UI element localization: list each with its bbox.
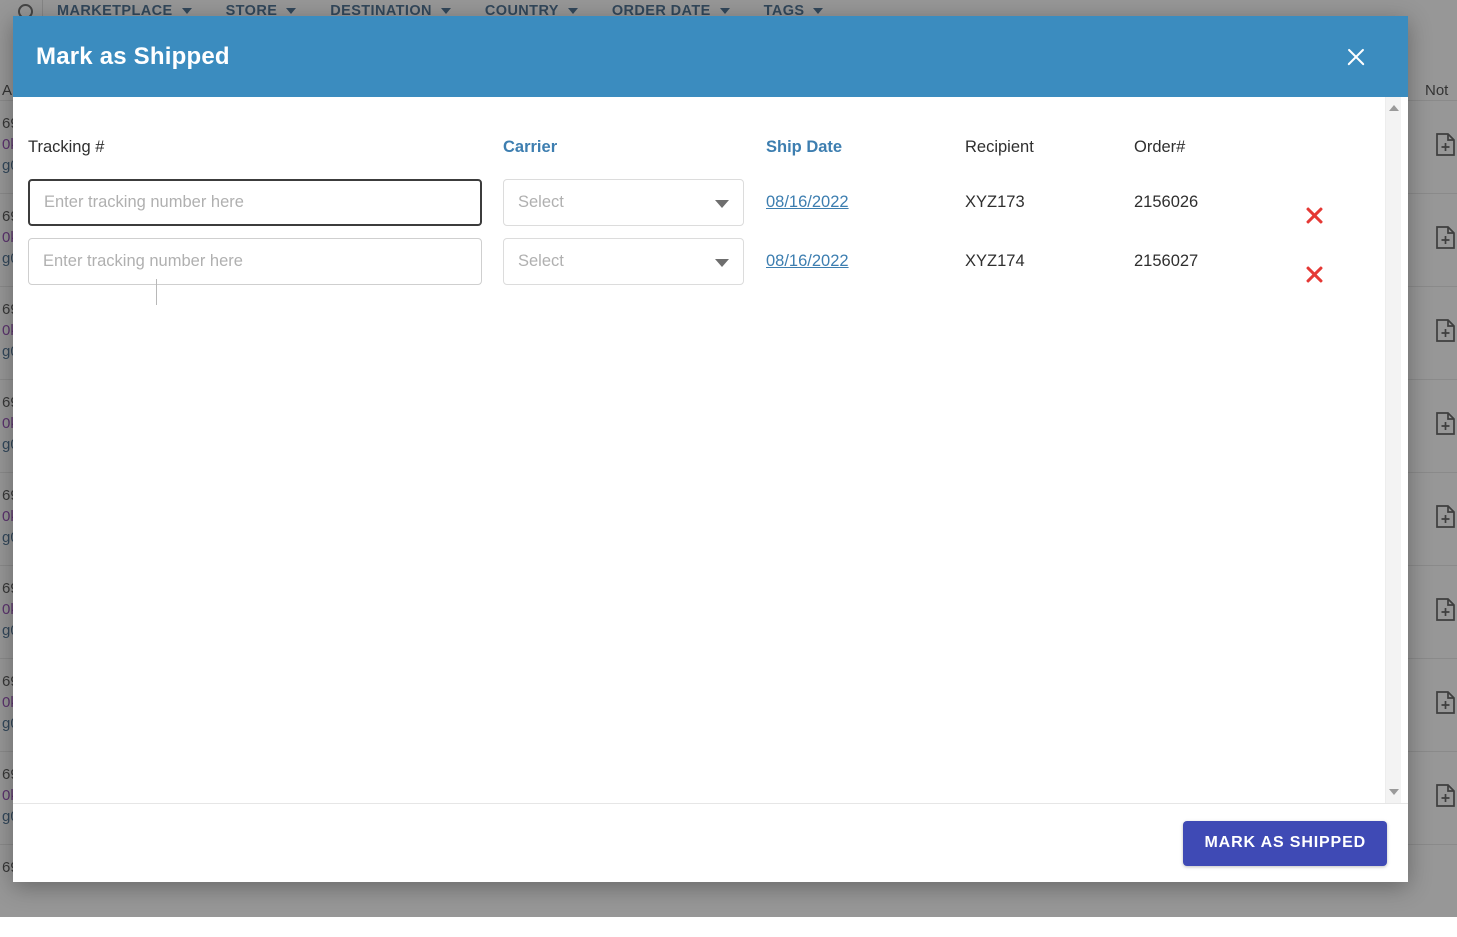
ship-date-cell: 08/16/2022 bbox=[766, 252, 965, 271]
carrier-cell: Select bbox=[503, 238, 766, 285]
mark-as-shipped-button[interactable]: MARK AS SHIPPED bbox=[1183, 821, 1387, 866]
column-header-carrier[interactable]: Carrier bbox=[503, 138, 766, 157]
scroll-down-icon[interactable] bbox=[1389, 789, 1399, 795]
text-caret bbox=[156, 279, 157, 305]
column-header-order: Order# bbox=[1134, 138, 1302, 157]
close-icon[interactable] bbox=[1338, 39, 1374, 75]
chevron-down-icon bbox=[715, 200, 729, 208]
tracking-cell bbox=[28, 238, 503, 285]
dialog-title: Mark as Shipped bbox=[36, 43, 230, 71]
ship-date-link[interactable]: 08/16/2022 bbox=[766, 252, 849, 270]
scroll-up-icon[interactable] bbox=[1389, 105, 1399, 111]
shipment-row: Select 08/16/2022 XYZ1742156027 bbox=[13, 232, 1369, 291]
chevron-down-icon bbox=[715, 259, 729, 267]
shipment-row: Select 08/16/2022 XYZ1732156026 bbox=[13, 173, 1369, 232]
mark-as-shipped-dialog: Mark as Shipped Tracking # Carrier Ship … bbox=[13, 16, 1408, 882]
tracking-number-input[interactable] bbox=[28, 238, 482, 285]
carrier-select[interactable]: Select bbox=[503, 238, 744, 285]
ship-date-link[interactable]: 08/16/2022 bbox=[766, 193, 849, 211]
dialog-header: Mark as Shipped bbox=[13, 16, 1408, 97]
dialog-body: Tracking # Carrier Ship Date Recipient O… bbox=[13, 97, 1408, 803]
carrier-select[interactable]: Select bbox=[503, 179, 744, 226]
shipment-table: Tracking # Carrier Ship Date Recipient O… bbox=[13, 97, 1369, 803]
recipient-cell: XYZ174 bbox=[965, 252, 1134, 271]
recipient-cell: XYZ173 bbox=[965, 193, 1134, 212]
column-header-ship-date[interactable]: Ship Date bbox=[766, 138, 965, 157]
carrier-select-value: Select bbox=[518, 252, 564, 271]
vertical-scrollbar[interactable] bbox=[1385, 97, 1401, 803]
tracking-number-input[interactable] bbox=[28, 179, 482, 226]
table-header-row: Tracking # Carrier Ship Date Recipient O… bbox=[13, 121, 1369, 173]
order-number-cell: 2156027 bbox=[1134, 252, 1302, 271]
carrier-cell: Select bbox=[503, 179, 766, 226]
dialog-footer: MARK AS SHIPPED bbox=[13, 803, 1408, 882]
ship-date-cell: 08/16/2022 bbox=[766, 193, 965, 212]
column-header-tracking: Tracking # bbox=[28, 138, 503, 157]
column-header-recipient: Recipient bbox=[965, 138, 1134, 157]
order-number-cell: 2156026 bbox=[1134, 193, 1302, 212]
carrier-select-value: Select bbox=[518, 193, 564, 212]
tracking-cell bbox=[28, 179, 503, 226]
